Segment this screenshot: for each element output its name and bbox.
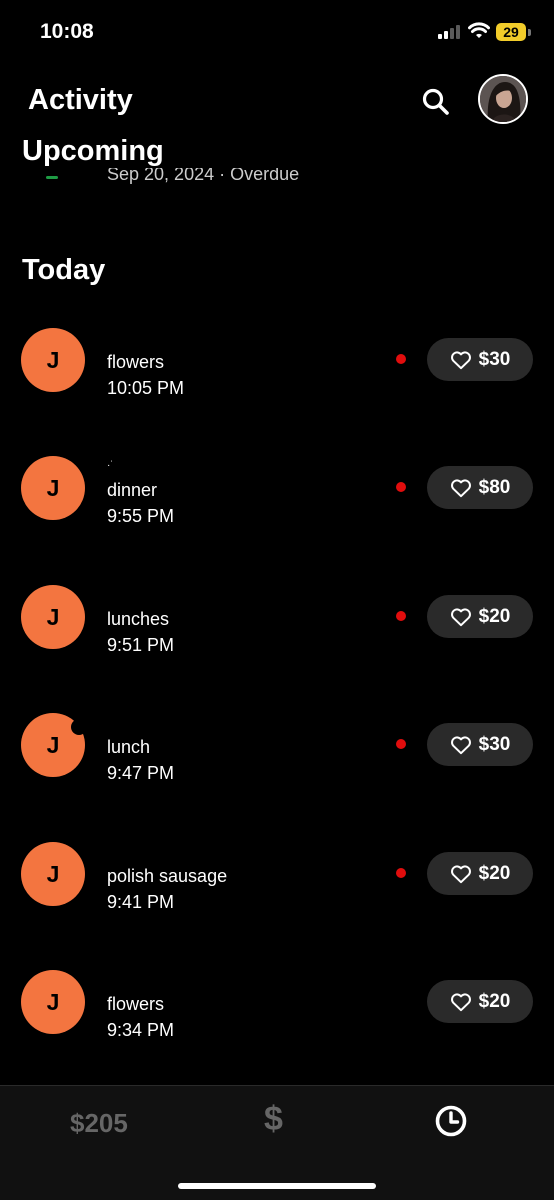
amount-label: $30 bbox=[478, 733, 511, 755]
list-item[interactable]: J polish sausage 9:41 PM $20 bbox=[0, 842, 554, 942]
clock-icon[interactable] bbox=[434, 1104, 468, 1138]
transaction-time: 10:05 PM bbox=[107, 378, 185, 398]
list-item[interactable]: J flowers 10:05 PM $30 bbox=[0, 328, 554, 428]
list-item[interactable]: J lunch 9:47 PM $30 bbox=[0, 713, 554, 813]
like-amount-button[interactable]: $20 bbox=[427, 980, 533, 1023]
battery-cap bbox=[528, 29, 531, 36]
like-amount-button[interactable]: $20 bbox=[427, 852, 533, 895]
payer-avatar: J bbox=[21, 585, 85, 649]
payer-avatar: J bbox=[21, 970, 85, 1034]
signal-icon bbox=[438, 25, 460, 39]
list-item[interactable]: J ·˙ dinner 9:55 PM $80 bbox=[0, 456, 554, 556]
tab-balance[interactable]: $205 bbox=[70, 1108, 128, 1139]
unread-dot bbox=[396, 354, 406, 364]
tab-cash[interactable]: $ bbox=[264, 1100, 283, 1139]
heart-icon bbox=[450, 350, 471, 369]
search-icon[interactable] bbox=[420, 86, 452, 118]
unread-dot bbox=[396, 739, 406, 749]
list-item[interactable]: J flowers 9:34 PM $20 bbox=[0, 970, 554, 1070]
heart-icon bbox=[450, 607, 471, 626]
transaction-time: 9:41 PM bbox=[107, 892, 175, 912]
payer-avatar: J bbox=[21, 328, 85, 392]
heart-icon bbox=[450, 735, 471, 754]
amount-label: $20 bbox=[478, 605, 511, 627]
profile-avatar[interactable] bbox=[478, 74, 528, 124]
transaction-time: 9:55 PM bbox=[107, 506, 175, 526]
upcoming-status-indicator bbox=[46, 176, 58, 179]
unread-dot bbox=[396, 482, 406, 492]
heart-icon bbox=[450, 992, 471, 1011]
amount-label: $80 bbox=[478, 476, 511, 498]
unread-dot bbox=[396, 868, 406, 878]
section-upcoming-heading: Upcoming bbox=[22, 135, 164, 167]
transaction-note: dinner bbox=[107, 480, 158, 500]
payer-avatar: J bbox=[21, 456, 85, 520]
upcoming-item-subtitle: Sep 20, 2024 · Overdue bbox=[107, 168, 300, 184]
list-item[interactable]: J lunches 9:51 PM $20 bbox=[0, 585, 554, 685]
heart-icon bbox=[450, 864, 471, 883]
like-amount-button[interactable]: $30 bbox=[427, 338, 533, 381]
amount-label: $20 bbox=[478, 990, 511, 1012]
heart-icon bbox=[450, 478, 471, 497]
transaction-note: lunches bbox=[107, 609, 170, 629]
status-bar: 10:08 29 bbox=[0, 0, 554, 60]
status-time: 10:08 bbox=[40, 20, 94, 43]
unread-dot bbox=[396, 611, 406, 621]
transaction-note: flowers bbox=[107, 994, 165, 1014]
transaction-time: 9:47 PM bbox=[107, 763, 175, 783]
avatar-notch bbox=[71, 719, 87, 735]
section-today-heading: Today bbox=[22, 254, 106, 286]
like-amount-button[interactable]: $30 bbox=[427, 723, 533, 766]
page-title: Activity bbox=[28, 84, 133, 116]
amount-label: $30 bbox=[478, 348, 511, 370]
avatar-photo bbox=[480, 76, 526, 122]
wifi-icon bbox=[468, 22, 490, 38]
like-amount-button[interactable]: $80 bbox=[427, 466, 533, 509]
transaction-note: lunch bbox=[107, 737, 151, 757]
like-amount-button[interactable]: $20 bbox=[427, 595, 533, 638]
transaction-note: polish sausage bbox=[107, 866, 228, 886]
transaction-time: 9:51 PM bbox=[107, 635, 175, 655]
payer-avatar: J bbox=[21, 842, 85, 906]
battery-indicator: 29 bbox=[496, 23, 526, 41]
home-indicator bbox=[178, 1183, 376, 1189]
amount-label: $20 bbox=[478, 862, 511, 884]
transaction-time: 9:34 PM bbox=[107, 1020, 175, 1040]
redaction-mark: ·˙ bbox=[107, 460, 114, 471]
transaction-note: flowers bbox=[107, 352, 165, 372]
